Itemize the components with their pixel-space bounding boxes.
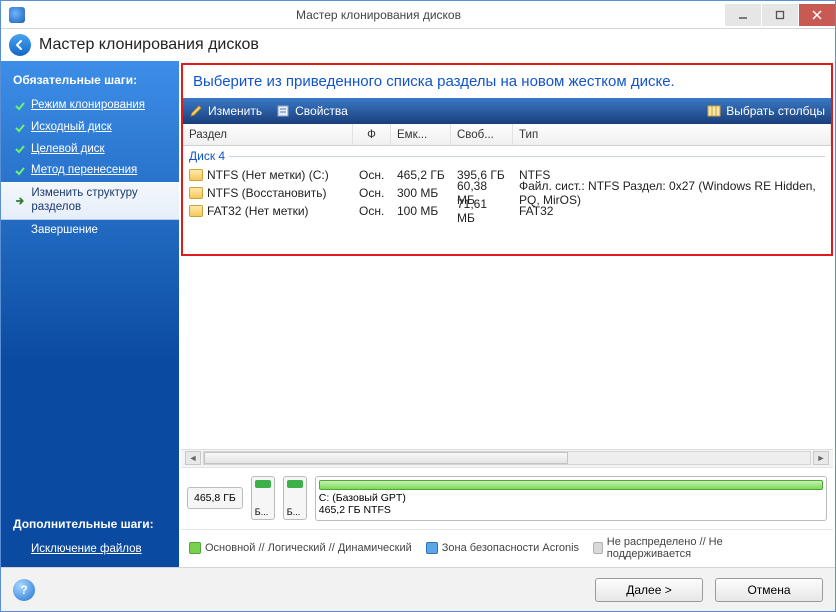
swatch-blue-icon xyxy=(426,542,438,554)
scroll-left-button[interactable]: ◄ xyxy=(185,451,201,465)
swatch-gray-icon xyxy=(593,542,603,554)
check-icon xyxy=(15,123,25,133)
sidebar-step-exclude-files[interactable]: Исключение файлов xyxy=(1,539,179,561)
window-title: Мастер клонирования дисков xyxy=(33,8,724,22)
columns-icon xyxy=(707,104,721,118)
app-window: Мастер клонирования дисков Мастер клонир… xyxy=(0,0,836,612)
disk-main-title: C: (Базовый GPT) xyxy=(319,492,823,505)
legend-primary: Основной // Логический // Динамический xyxy=(189,542,412,554)
drive-icon xyxy=(189,187,203,199)
horizontal-scrollbar[interactable]: ◄ ► xyxy=(181,449,833,467)
titlebar: Мастер клонирования дисков xyxy=(1,1,835,29)
footer: ? Далее > Отмена xyxy=(1,567,835,611)
scroll-thumb[interactable] xyxy=(204,452,568,464)
wizard-header: Мастер клонирования дисков xyxy=(1,29,835,61)
maximize-button[interactable] xyxy=(762,4,798,26)
legend: Основной // Логический // Динамический З… xyxy=(181,529,833,567)
check-icon xyxy=(15,144,25,154)
swatch-green-icon xyxy=(189,542,201,554)
check-icon xyxy=(15,101,25,111)
col-header-capacity[interactable]: Емк... xyxy=(391,124,451,145)
drive-icon xyxy=(189,169,203,181)
highlighted-region: Выберите из приведенного списка разделы … xyxy=(181,63,833,256)
partition-toolbar: Изменить Свойства Выбрать столбцы xyxy=(183,98,831,124)
instruction-text: Выберите из приведенного списка разделы … xyxy=(183,65,831,98)
properties-button[interactable]: Свойства xyxy=(276,104,348,118)
col-header-flag[interactable]: Ф xyxy=(353,124,391,145)
sidebar-section-optional: Дополнительные шаги: xyxy=(1,511,179,539)
help-button[interactable]: ? xyxy=(13,579,35,601)
sidebar-section-required: Обязательные шаги: xyxy=(1,67,179,95)
cancel-button[interactable]: Отмена xyxy=(715,578,823,602)
disk-segment-small-2[interactable]: Б... xyxy=(283,476,307,520)
sidebar-step-move-method[interactable]: Метод перенесения xyxy=(1,160,179,182)
choose-columns-button[interactable]: Выбрать столбцы xyxy=(707,104,825,118)
sidebar-step-change-layout[interactable]: Изменить структуру разделов xyxy=(1,182,179,220)
disk-group-label: Диск 4 xyxy=(183,146,831,166)
disk-segment-main[interactable]: C: (Базовый GPT) 465,2 ГБ NTFS xyxy=(315,476,827,521)
sidebar-step-finish[interactable]: Завершение xyxy=(1,220,179,242)
edit-button[interactable]: Изменить xyxy=(189,104,262,118)
grid-header-row: Раздел Ф Емк... Своб... Тип xyxy=(183,124,831,146)
partition-grid: Раздел Ф Емк... Своб... Тип Диск 4 NTFS … xyxy=(183,124,831,254)
sidebar-step-target-disk[interactable]: Целевой диск xyxy=(1,139,179,161)
next-button[interactable]: Далее > xyxy=(595,578,703,602)
legend-secure-zone: Зона безопасности Acronis xyxy=(426,542,579,554)
blank-area xyxy=(179,256,835,449)
drive-icon xyxy=(189,205,203,217)
legend-unallocated: Не распределено // Не поддерживается xyxy=(593,536,763,561)
col-header-type[interactable]: Тип xyxy=(513,124,831,145)
disk-layout-strip: 465,8 ГБ Б... Б... C: (Базовый GPT) 465,… xyxy=(181,467,833,529)
back-button[interactable] xyxy=(9,34,31,56)
scroll-track[interactable] xyxy=(203,451,811,465)
check-icon xyxy=(15,166,25,176)
disk-total-segment[interactable]: 465,8 ГБ xyxy=(187,487,243,509)
app-icon xyxy=(9,7,25,23)
scroll-right-button[interactable]: ► xyxy=(813,451,829,465)
sidebar-step-source-disk[interactable]: Исходный диск xyxy=(1,117,179,139)
partition-row[interactable]: FAT32 (Нет метки) Осн. 100 МБ 71,61 МБ F… xyxy=(183,202,831,220)
sidebar-step-clone-mode[interactable]: Режим клонирования xyxy=(1,95,179,117)
main-panel: Выберите из приведенного списка разделы … xyxy=(179,61,835,567)
close-button[interactable] xyxy=(799,4,835,26)
disk-main-subtitle: 465,2 ГБ NTFS xyxy=(319,504,823,517)
col-header-free[interactable]: Своб... xyxy=(451,124,513,145)
usage-bar xyxy=(319,480,823,490)
disk-total-label: 465,8 ГБ xyxy=(194,492,236,504)
pencil-icon xyxy=(189,104,203,118)
minimize-button[interactable] xyxy=(725,4,761,26)
page-title: Мастер клонирования дисков xyxy=(39,36,259,54)
arrow-right-icon xyxy=(15,195,25,207)
sidebar: Обязательные шаги: Режим клонирования Ис… xyxy=(1,61,179,567)
properties-icon xyxy=(276,104,290,118)
col-header-partition[interactable]: Раздел xyxy=(183,124,353,145)
disk-segment-small-1[interactable]: Б... xyxy=(251,476,275,520)
